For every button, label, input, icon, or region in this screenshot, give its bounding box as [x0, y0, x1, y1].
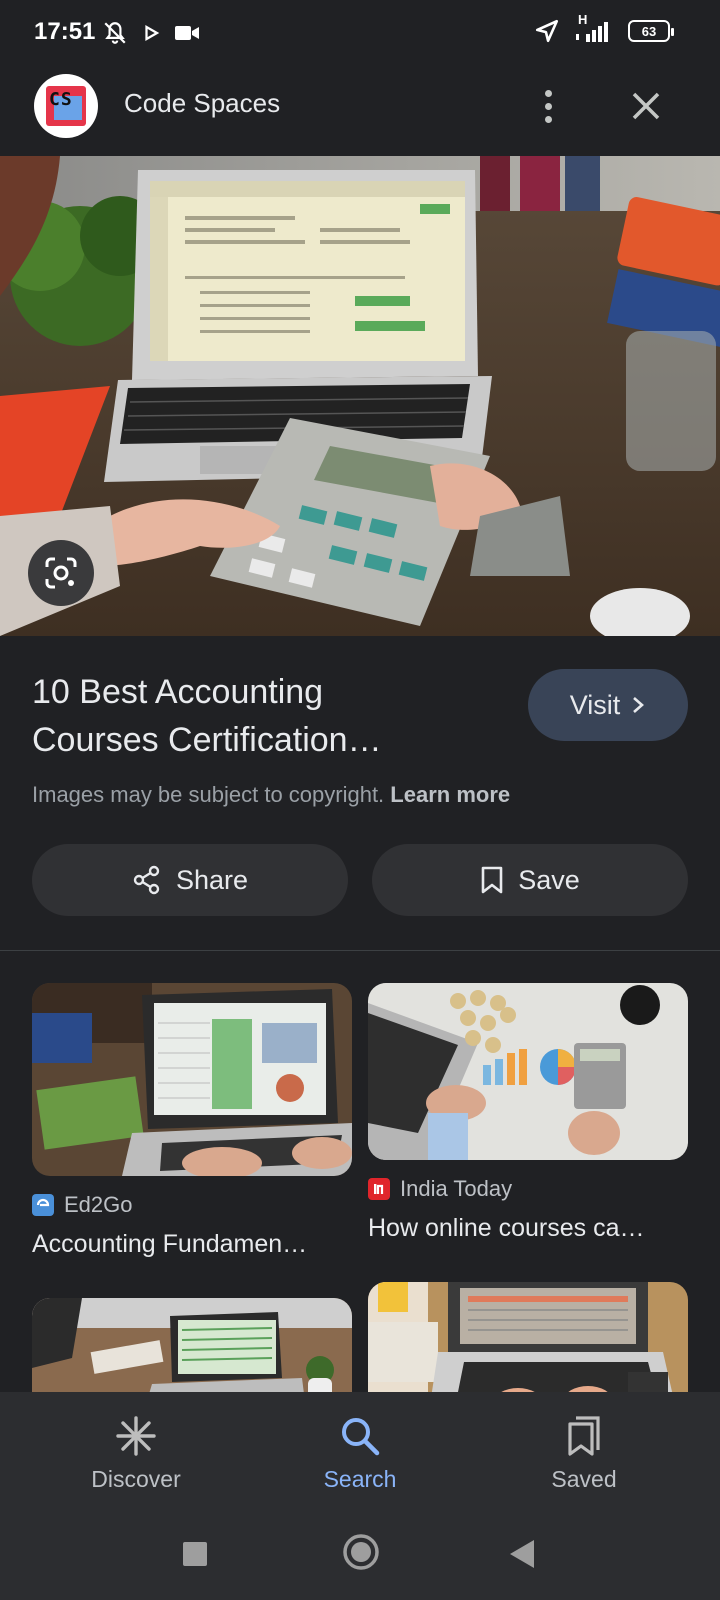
- saved-collection-icon: [568, 1416, 600, 1456]
- related-image-2[interactable]: [368, 983, 688, 1160]
- site-logo-mark: CS: [46, 86, 86, 126]
- hero-photo: [0, 156, 720, 636]
- more-vert-icon: [544, 89, 552, 97]
- signal-indicator: H: [574, 12, 614, 44]
- back-triangle-icon[interactable]: [508, 1538, 536, 1570]
- image-title-line2: Courses Certification…: [32, 721, 382, 759]
- system-nav-bar: [0, 1514, 720, 1600]
- related-source-1[interactable]: Ed2Go: [32, 1192, 133, 1218]
- asterisk-icon: [116, 1416, 156, 1456]
- nav-search-label: Search: [323, 1466, 397, 1492]
- signal-bars-icon: [576, 22, 608, 42]
- home-circle-icon[interactable]: [342, 1533, 380, 1571]
- play-outline-icon: [145, 25, 160, 41]
- battery-icon: 63: [628, 20, 674, 42]
- nav-search[interactable]: Search: [280, 1414, 440, 1493]
- site-name[interactable]: Code Spaces: [124, 88, 280, 119]
- search-icon: [342, 1418, 380, 1456]
- image-title-line1: 10 Best Accounting: [32, 673, 324, 711]
- visit-button[interactable]: Visit: [528, 669, 688, 741]
- nav-discover-label: Discover: [91, 1466, 181, 1492]
- ed2go-favicon-icon: [32, 1194, 54, 1216]
- share-label: Share: [175, 864, 249, 895]
- related-title-2[interactable]: How online courses ca…: [368, 1214, 645, 1243]
- status-icons-right: H 63: [534, 12, 674, 44]
- related-source-name-1: Ed2Go: [64, 1192, 133, 1217]
- copyright-notice: Images may be subject to copyright. Lear…: [32, 782, 510, 808]
- related-source-2[interactable]: India Today: [368, 1176, 512, 1202]
- related-source-name-2: India Today: [400, 1176, 513, 1201]
- battery-level: 63: [641, 23, 657, 39]
- status-bar: 17:51 H 63: [0, 0, 720, 64]
- status-time: 17:51: [34, 18, 96, 45]
- section-divider: [0, 950, 720, 951]
- hero-image[interactable]: [0, 156, 720, 636]
- viewer-header: CS Code Spaces: [0, 64, 720, 156]
- copyright-text: Images may be subject to copyright.: [32, 782, 385, 807]
- video-camera-icon: [175, 26, 199, 40]
- nav-discover[interactable]: Discover: [56, 1414, 216, 1493]
- save-button[interactable]: Save: [372, 844, 688, 916]
- nav-saved[interactable]: Saved: [504, 1414, 664, 1493]
- site-logo[interactable]: CS: [34, 74, 98, 138]
- google-lens-icon: [45, 557, 77, 589]
- bookmark-icon: [481, 866, 503, 894]
- site-logo-text: CS: [49, 89, 73, 110]
- google-lens-button[interactable]: [28, 540, 94, 606]
- related-photo-2: [368, 983, 688, 1160]
- share-button[interactable]: Share: [32, 844, 348, 916]
- share-icon: [133, 865, 160, 895]
- close-icon[interactable]: [626, 86, 666, 126]
- image-title: 10 Best Accounting Courses Certification…: [32, 668, 472, 764]
- related-title-1[interactable]: Accounting Fundamen…: [32, 1230, 307, 1259]
- silent-bell-icon: [104, 22, 126, 44]
- related-image-1[interactable]: [32, 983, 352, 1176]
- status-icons-left: [102, 20, 200, 46]
- location-arrow-icon: [535, 19, 559, 43]
- recents-square-icon[interactable]: [182, 1541, 208, 1567]
- visit-label: Visit: [569, 689, 621, 720]
- learn-more-link[interactable]: Learn more: [390, 782, 510, 807]
- nav-saved-label: Saved: [551, 1466, 617, 1492]
- bottom-nav: Discover Search Saved: [0, 1392, 720, 1514]
- more-options-button[interactable]: [528, 84, 568, 128]
- save-label: Save: [518, 864, 580, 895]
- india-today-favicon-icon: [368, 1178, 390, 1200]
- chevron-right-icon: [633, 697, 645, 713]
- related-photo-1: [32, 983, 352, 1176]
